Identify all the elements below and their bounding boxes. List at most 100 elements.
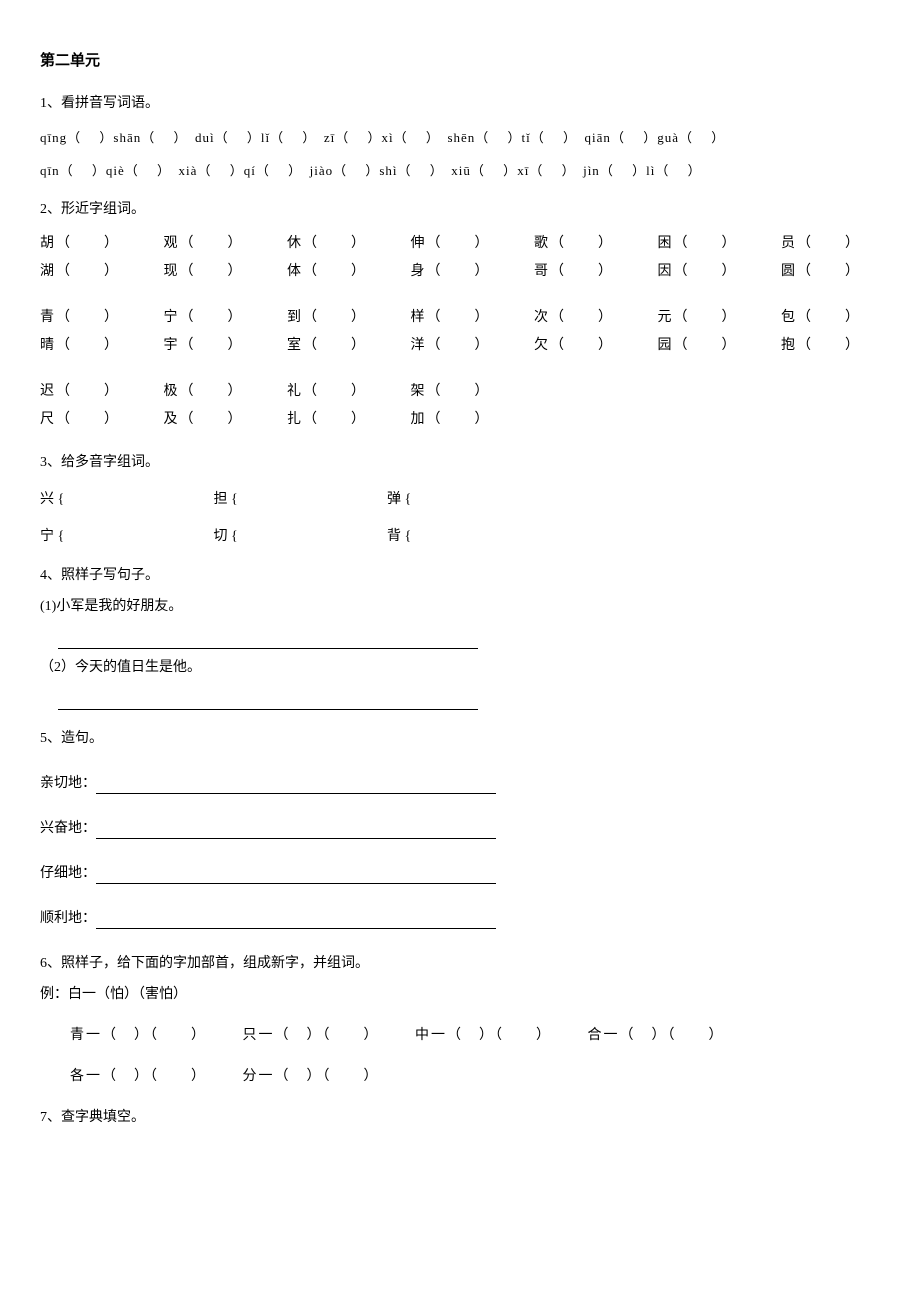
char: 室 (287, 338, 303, 353)
char: 哥 (534, 264, 550, 279)
brace-icon: { (228, 529, 238, 544)
char: 次 (534, 310, 550, 325)
char: 弹 (387, 492, 401, 507)
answer-blank[interactable] (96, 824, 496, 839)
char: 欠 (534, 338, 550, 353)
q5-head: 5、造句。 (40, 728, 880, 749)
char: 现 (164, 264, 180, 279)
q3-row1: 兴 { 担 { 弹 { (40, 489, 880, 510)
answer-blank[interactable] (58, 647, 478, 649)
char: 加 (411, 412, 427, 427)
q1-head: 1、看拼音写词语。 (40, 93, 880, 114)
char: 青一 (70, 1028, 102, 1043)
pinyin: zī (324, 130, 335, 145)
char: 包 (781, 310, 797, 325)
char: 合一 (588, 1028, 620, 1043)
char: 困 (658, 236, 674, 251)
answer-blank[interactable] (96, 869, 496, 884)
pinyin: tǐ (522, 130, 531, 145)
char: 体 (287, 264, 303, 279)
char: 样 (411, 310, 427, 325)
label: 顺利地： (40, 911, 96, 926)
char: 观 (164, 236, 180, 251)
char: 青 (40, 310, 56, 325)
q6-row2: 各一（ ）（ ） 分一（ ）（ ） (70, 1066, 880, 1087)
q3-row2: 宁 { 切 { 背 { (40, 526, 880, 547)
char: 圆 (781, 264, 797, 279)
char: 抱 (781, 338, 797, 353)
q5-item: 顺利地： (40, 908, 880, 929)
q2-group1: 胡（ ） 观（ ） 休（ ） 伸（ ） 歌（ ） 困（ ） 员（ ） 湖（ ） … (40, 230, 880, 286)
pinyin: shì (379, 163, 397, 178)
brace-icon: { (401, 529, 411, 544)
brace-icon: { (228, 492, 238, 507)
q7-head: 7、查字典填空。 (40, 1107, 880, 1128)
char: 元 (658, 310, 674, 325)
char: 架 (411, 384, 427, 399)
char: 尺 (40, 412, 56, 427)
char: 扎 (287, 412, 303, 427)
q2-group2: 青（ ） 宁（ ） 到（ ） 样（ ） 次（ ） 元（ ） 包（ ） 晴（ ） … (40, 304, 880, 360)
char: 背 (387, 529, 401, 544)
char: 迟 (40, 384, 56, 399)
pinyin: qīng (40, 130, 67, 145)
pinyin: qí (244, 163, 256, 178)
pinyin: xià (179, 163, 198, 178)
q6-example: 例：白一（怕）（害怕） (40, 984, 880, 1005)
brace-icon: { (401, 492, 411, 507)
char: 到 (287, 310, 303, 325)
answer-blank[interactable] (58, 708, 478, 710)
char: 胡 (40, 236, 56, 251)
q3-head: 3、给多音字组词。 (40, 452, 880, 473)
char: 各一 (70, 1069, 102, 1084)
pinyin: guà (657, 130, 679, 145)
char: 歌 (534, 236, 550, 251)
pinyin: xiū (451, 163, 471, 178)
char: 担 (214, 492, 228, 507)
char: 休 (287, 236, 303, 251)
label: 兴奋地： (40, 821, 96, 836)
char: 切 (214, 529, 228, 544)
q4-head: 4、照样子写句子。 (40, 565, 880, 586)
pinyin: duì (195, 130, 215, 145)
pinyin: lǐ (261, 130, 270, 145)
q1-row2: qīn（ ）qiè（ ） xià（ ）qí（ ） jiào（ ）shì（ ） x… (40, 161, 880, 181)
char: 员 (781, 236, 797, 251)
label: 仔细地： (40, 866, 96, 881)
pinyin: jìn (583, 163, 600, 178)
q1-row1: qīng（ ）shān（ ） duì（ ）lǐ（ ） zī（ ）xì（ ） sh… (40, 128, 880, 148)
pinyin: shēn (447, 130, 475, 145)
pinyin: qīn (40, 163, 60, 178)
char: 身 (411, 264, 427, 279)
char: 只一 (243, 1028, 275, 1043)
char: 中一 (415, 1028, 447, 1043)
brace-icon: { (54, 529, 64, 544)
label: 亲切地： (40, 776, 96, 791)
q5-item: 仔细地： (40, 863, 880, 884)
char: 因 (658, 264, 674, 279)
pinyin: lì (646, 163, 655, 178)
pinyin: jiào (310, 163, 334, 178)
char: 宁 (40, 529, 54, 544)
q6-row1: 青一（ ）（ ） 只一（ ）（ ） 中一（ ）（ ） 合一（ ）（ ） (70, 1025, 880, 1046)
q5-item: 亲切地： (40, 773, 880, 794)
unit-title: 第二单元 (40, 50, 880, 73)
pinyin: xì (382, 130, 394, 145)
char: 晴 (40, 338, 56, 353)
pinyin: qiè (106, 163, 125, 178)
brace-icon: { (54, 492, 64, 507)
pinyin: qiān (585, 130, 611, 145)
char: 宁 (164, 310, 180, 325)
answer-blank[interactable] (96, 914, 496, 929)
pinyin: shān (113, 130, 141, 145)
answer-blank[interactable] (96, 779, 496, 794)
q2-group3: 迟（ ） 极（ ） 礼（ ） 架（ ） 尺（ ） 及（ ） 扎（ ） 加（ ） (40, 378, 880, 434)
char: 宇 (164, 338, 180, 353)
char: 分一 (243, 1069, 275, 1084)
char: 礼 (287, 384, 303, 399)
q4-item2: （2）今天的值日生是他。 (40, 657, 880, 678)
char: 及 (164, 412, 180, 427)
pinyin: xī (517, 163, 529, 178)
char: 伸 (411, 236, 427, 251)
q5-item: 兴奋地： (40, 818, 880, 839)
